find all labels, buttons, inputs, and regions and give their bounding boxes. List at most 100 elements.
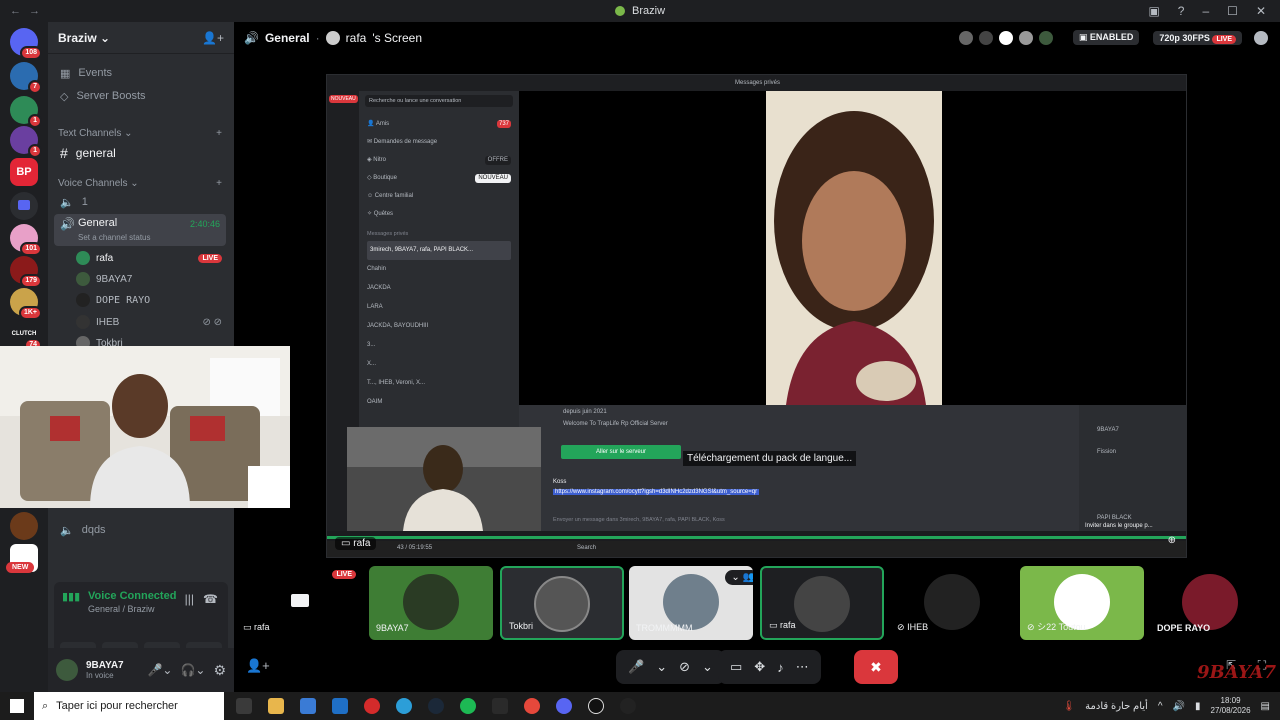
home-button[interactable]: 108 <box>10 28 42 60</box>
participant-tile[interactable]: 9BAYA7 <box>369 566 493 640</box>
chevron-down-icon[interactable]: ⌄ <box>656 659 667 675</box>
more-options-icon[interactable]: ⋯ <box>796 659 809 675</box>
avatar <box>663 574 719 630</box>
server-icon[interactable]: CLUTCH 74 <box>10 320 42 352</box>
voice-channel-general[interactable]: 🔊 General 2:40:46 Set a channel status <box>54 214 226 246</box>
avatar <box>794 576 850 632</box>
watermark: 9BAYA7 <box>1197 662 1276 683</box>
add-channel-icon[interactable]: + <box>216 178 222 189</box>
activity-controls: ▭ ✥ ♪ ⋯ <box>718 650 821 684</box>
minimize-icon[interactable]: – <box>1202 4 1209 18</box>
inbox-icon[interactable]: ▣ <box>1148 4 1159 18</box>
app-logo-icon <box>614 6 625 17</box>
channel-general-text[interactable]: # general <box>56 142 226 164</box>
server-icon[interactable]: 1K+ <box>10 288 42 320</box>
avatar[interactable] <box>958 30 973 45</box>
windows-taskbar: ⌕ Taper ici pour rechercher 🌡 أيام حارة … <box>0 692 1280 720</box>
invite-to-group: Inviter dans le groupe p... <box>1085 523 1153 529</box>
app-icon[interactable] <box>588 698 604 714</box>
folder-icon[interactable] <box>10 192 38 220</box>
headphones-icon[interactable]: 🎧⌄ <box>180 663 205 677</box>
webcam-overlay <box>0 346 290 508</box>
avatar[interactable] <box>1038 30 1053 45</box>
maximize-icon[interactable]: ☐ <box>1227 4 1238 18</box>
taskbar-search[interactable]: ⌕ Taper ici pour rechercher <box>34 692 224 720</box>
voice-user[interactable]: IHEB ⊘ ⊘ <box>76 312 222 332</box>
server-icon[interactable] <box>10 512 38 540</box>
store-icon[interactable] <box>300 698 316 714</box>
server-icon[interactable]: 7 <box>10 62 42 94</box>
sidebar-item-events[interactable]: ▦ Events <box>56 62 226 84</box>
server-icon[interactable]: 101 <box>10 224 42 256</box>
add-channel-icon[interactable]: + <box>216 128 222 139</box>
spotify-icon[interactable] <box>460 698 476 714</box>
help-icon[interactable]: ? <box>1178 4 1185 18</box>
participant-tile[interactable]: DOPE RAYO <box>1150 566 1270 640</box>
leave-call-button[interactable]: ✖ <box>854 650 898 684</box>
avatar <box>924 574 980 630</box>
participant-tile[interactable]: LIVE ▭ rafa <box>236 566 360 640</box>
clock[interactable]: 18:09 27/08/2026 <box>1211 696 1251 716</box>
forward-arrow-icon[interactable]: → <box>29 5 40 17</box>
microphone-icon[interactable]: 🎤 <box>628 659 644 675</box>
network-icon[interactable]: ▮ <box>1195 701 1201 712</box>
add-user-icon[interactable]: 👤+ <box>202 31 224 45</box>
gear-icon[interactable]: ⚙ <box>213 662 226 679</box>
sidebar-item-server-boosts[interactable]: ◇ Server Boosts <box>56 85 226 107</box>
weather-text[interactable]: أيام حارة قادمة <box>1085 701 1148 712</box>
back-arrow-icon[interactable]: ← <box>10 5 21 17</box>
app-icon[interactable] <box>492 698 508 714</box>
share-screen-icon[interactable]: ▭ <box>730 659 742 675</box>
avatar[interactable] <box>1018 30 1033 45</box>
zoom-icon[interactable]: ⊕ <box>1168 535 1176 546</box>
voice-channel-1[interactable]: 🔈 1 <box>56 191 226 213</box>
server-icon[interactable]: 179 <box>10 256 42 288</box>
voice-channel-dqds[interactable]: 🔈 dqds <box>56 519 226 541</box>
task-view-icon[interactable] <box>236 698 252 714</box>
discord-icon[interactable] <box>556 698 572 714</box>
microphone-icon[interactable]: 🎤⌄ <box>147 663 172 677</box>
media-controls: 🎤 ⌄ ⊘ ⌄ <box>616 650 725 684</box>
screen-share-stage[interactable]: Messages privés NOUVEAU Recherche ou lan… <box>326 74 1187 558</box>
avatar[interactable] <box>998 30 1013 45</box>
category-text-channels[interactable]: Text Channels ⌄ + <box>58 128 222 139</box>
participant-tile[interactable]: TROMMMMM ⌄ 👥 <box>629 566 753 640</box>
avatar[interactable] <box>56 659 78 681</box>
add-people-icon[interactable]: 👤+ <box>246 658 270 674</box>
chrome-icon[interactable] <box>524 698 540 714</box>
participant-tile[interactable]: ▭ rafa <box>760 566 884 640</box>
outlook-icon[interactable] <box>332 698 348 714</box>
avatar[interactable] <box>978 30 993 45</box>
camera-off-icon[interactable]: ⊘ <box>679 659 690 675</box>
server-icon[interactable]: BP <box>10 158 38 186</box>
notification-icon[interactable]: ▤ <box>1261 701 1270 712</box>
soundboard-icon[interactable]: ♪ <box>777 660 784 675</box>
file-explorer-icon[interactable] <box>268 698 284 714</box>
activities-icon[interactable]: ✥ <box>754 659 765 675</box>
steam-icon[interactable] <box>428 698 444 714</box>
edge-icon[interactable] <box>396 698 412 714</box>
speaker-icon[interactable]: 🔊 <box>1173 701 1185 712</box>
shared-member-list: 9BAYA7 Fission PAPI BLACK <box>1079 405 1186 531</box>
participant-tile[interactable]: ⊘ IHEB <box>890 566 1014 640</box>
chevron-down-icon[interactable]: ⌄ <box>702 659 713 675</box>
app-icon[interactable] <box>620 698 636 714</box>
participant-tile[interactable]: ⊘ シ22 Toutou <box>1020 566 1144 640</box>
category-voice-channels[interactable]: Voice Channels ⌄ + <box>58 178 222 189</box>
chevron-up-icon[interactable]: ^ <box>1158 701 1163 712</box>
call-controls: 👤+ 🎤 ⌄ ⊘ ⌄ ▭ ✥ ♪ ⋯ ✖ ⇱ ⛶ 9BAYA7 <box>236 648 1280 688</box>
opera-icon[interactable] <box>364 698 380 714</box>
voice-user[interactable]: 9BAYA7 <box>76 269 222 289</box>
noise-suppression-icon[interactable]: ||| <box>185 592 194 606</box>
chat-icon[interactable] <box>1254 30 1268 45</box>
windows-start-icon[interactable] <box>10 699 24 713</box>
guild-header[interactable]: Braziw ⌄ 👤+ <box>48 22 234 54</box>
voice-user[interactable]: rafa LIVE <box>76 248 222 268</box>
participant-tile[interactable]: Tokbri <box>500 566 624 640</box>
server-icon[interactable]: 1 <box>10 96 42 128</box>
disconnect-icon[interactable]: ☎ <box>203 592 218 606</box>
collapse-icon[interactable]: ⌄ 👥 <box>725 570 753 585</box>
server-icon[interactable]: 1 <box>10 126 42 158</box>
voice-user[interactable]: DOPE RAYO <box>76 290 222 310</box>
close-icon[interactable]: ✕ <box>1256 4 1266 18</box>
